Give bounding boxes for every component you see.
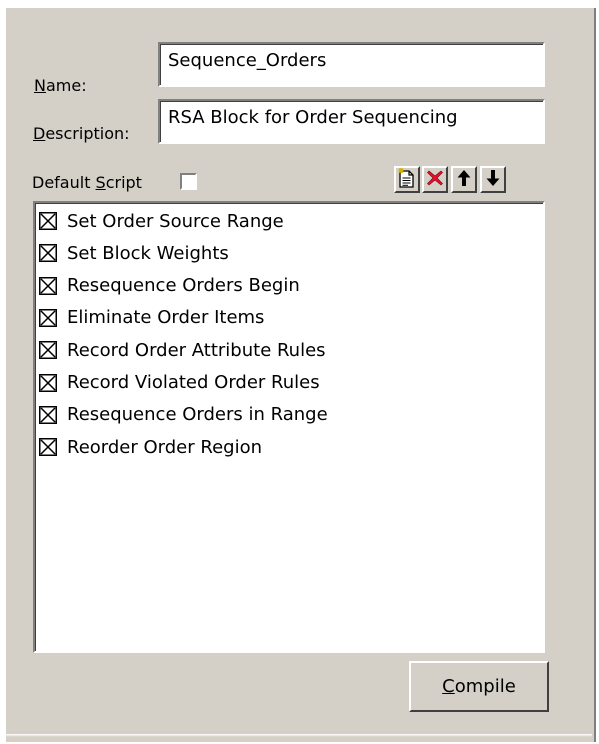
list-item-label: Eliminate Order Items: [67, 307, 265, 329]
name-label-text: ame:: [45, 76, 87, 95]
compile-button-accel: C: [442, 676, 455, 697]
move-down-button[interactable]: [480, 166, 506, 193]
checked-checkbox-icon[interactable]: [39, 308, 57, 327]
default-script-label-post: cript: [105, 173, 142, 192]
description-label: Description:: [33, 124, 130, 143]
checked-checkbox-icon[interactable]: [39, 244, 57, 263]
list-item[interactable]: Reorder Order Region: [39, 431, 262, 463]
compile-button-label: ompile: [454, 676, 516, 697]
compile-button[interactable]: Compile: [409, 661, 549, 712]
new-item-icon: [398, 167, 416, 192]
move-down-icon: [485, 169, 501, 191]
delete-icon: [426, 169, 444, 191]
name-label-accel: N: [34, 76, 46, 95]
list-item[interactable]: Set Block Weights: [39, 237, 229, 269]
description-field[interactable]: RSA Block for Order Sequencing: [158, 99, 545, 144]
default-script-label: Default Script: [32, 173, 142, 192]
script-steps-list[interactable]: Set Order Source Range Set Block Weights R…: [33, 201, 545, 653]
checked-checkbox-icon[interactable]: [39, 276, 57, 295]
list-item[interactable]: Record Order Attribute Rules: [39, 334, 326, 366]
move-up-button[interactable]: [451, 166, 477, 193]
list-item[interactable]: Eliminate Order Items: [39, 302, 264, 334]
description-label-text: escription:: [45, 124, 130, 143]
default-script-label-pre: Default: [32, 173, 96, 192]
default-script-label-accel: S: [95, 173, 106, 192]
list-item[interactable]: Record Violated Order Rules: [39, 367, 320, 399]
list-item-label: Record Order Attribute Rules: [67, 339, 326, 361]
delete-button[interactable]: [422, 166, 448, 193]
panel-edge: [6, 734, 592, 737]
checked-checkbox-icon[interactable]: [39, 212, 57, 230]
list-item-label: Set Block Weights: [67, 242, 229, 264]
new-item-button[interactable]: [394, 166, 420, 193]
default-script-checkbox[interactable]: [180, 173, 197, 190]
move-up-icon: [456, 169, 472, 191]
checked-checkbox-icon[interactable]: [39, 341, 57, 360]
list-item[interactable]: Resequence Orders Begin: [39, 270, 300, 302]
list-item-label: Reorder Order Region: [67, 436, 262, 458]
list-item[interactable]: Resequence Orders in Range: [39, 399, 328, 431]
list-item-label: Resequence Orders in Range: [67, 404, 328, 426]
list-item[interactable]: Set Order Source Range: [39, 205, 284, 237]
checked-checkbox-icon[interactable]: [39, 405, 57, 424]
checked-checkbox-icon[interactable]: [39, 373, 57, 392]
name-field[interactable]: Sequence_Orders: [158, 42, 545, 87]
description-label-accel: D: [33, 124, 46, 143]
checked-checkbox-icon[interactable]: [39, 438, 57, 457]
name-label: Name:: [34, 76, 87, 95]
list-item-label: Resequence Orders Begin: [67, 275, 300, 297]
list-item-label: Record Violated Order Rules: [67, 372, 320, 393]
list-item-label: Set Order Source Range: [67, 210, 284, 232]
